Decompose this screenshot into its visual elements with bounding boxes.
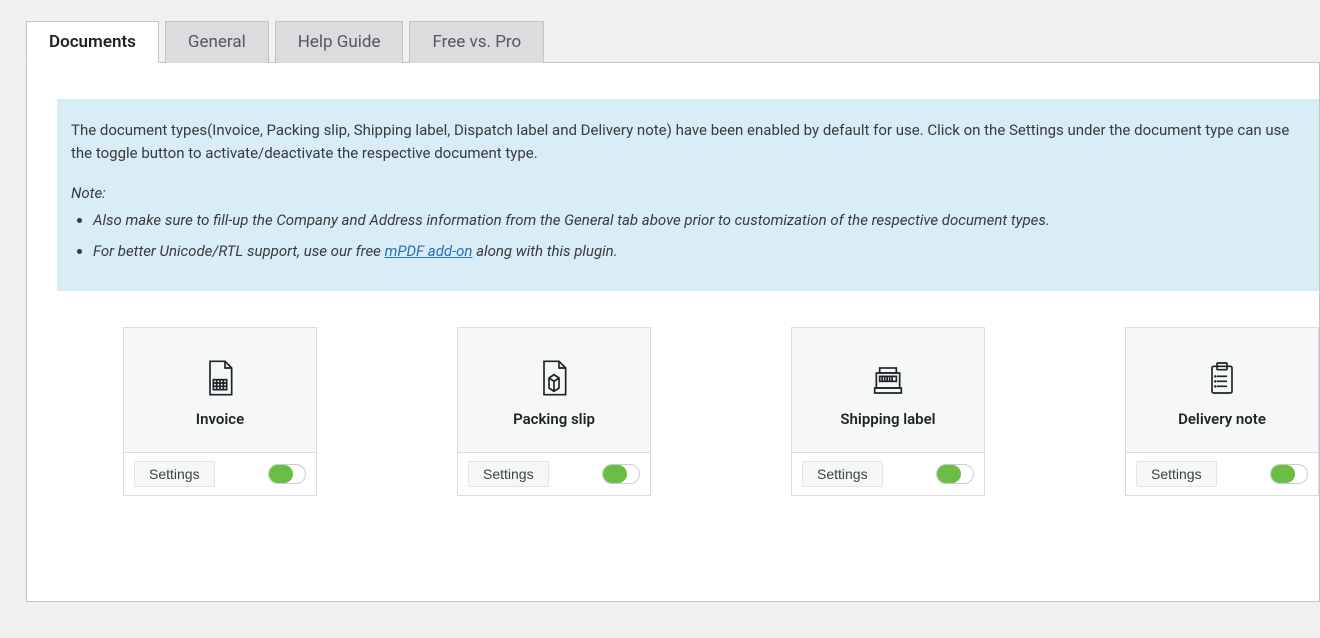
toggle-shipping-label[interactable] xyxy=(936,464,974,484)
content-panel: The document types(Invoice, Packing slip… xyxy=(26,62,1320,602)
settings-button-invoice[interactable]: Settings xyxy=(134,461,215,487)
tab-help-guide[interactable]: Help Guide xyxy=(275,21,404,63)
toggle-delivery-note[interactable] xyxy=(1270,464,1308,484)
card-shipping-label: Shipping label Settings xyxy=(791,327,985,496)
card-invoice-title: Invoice xyxy=(196,410,244,428)
card-packing-slip: Packing slip Settings xyxy=(457,327,651,496)
invoice-icon xyxy=(200,358,240,398)
settings-button-delivery-note[interactable]: Settings xyxy=(1136,461,1217,487)
delivery-note-icon xyxy=(1202,358,1242,398)
settings-button-packing-slip[interactable]: Settings xyxy=(468,461,549,487)
document-cards: Invoice Settings xyxy=(57,327,1319,496)
note-2-post: along with this plugin. xyxy=(472,242,617,260)
toggle-packing-slip[interactable] xyxy=(602,464,640,484)
info-box: The document types(Invoice, Packing slip… xyxy=(57,99,1319,291)
card-delivery-note: Delivery note Settings xyxy=(1125,327,1319,496)
card-delivery-note-title: Delivery note xyxy=(1178,410,1266,428)
tab-free-vs-pro[interactable]: Free vs. Pro xyxy=(409,21,544,63)
shipping-label-icon xyxy=(868,358,908,398)
settings-button-shipping-label[interactable]: Settings xyxy=(802,461,883,487)
note-label: Note: xyxy=(71,182,1297,205)
note-item-1: Also make sure to fill-up the Company an… xyxy=(93,209,1297,232)
tab-documents[interactable]: Documents xyxy=(26,21,159,63)
info-intro: The document types(Invoice, Packing slip… xyxy=(71,119,1297,166)
card-packing-slip-title: Packing slip xyxy=(513,410,595,428)
mpdf-addon-link[interactable]: mPDF add-on xyxy=(385,242,473,260)
note-item-2: For better Unicode/RTL support, use our … xyxy=(93,240,1297,263)
packing-slip-icon xyxy=(534,358,574,398)
tab-general[interactable]: General xyxy=(165,21,269,63)
note-2-pre: For better Unicode/RTL support, use our … xyxy=(93,242,385,260)
tab-bar: Documents General Help Guide Free vs. Pr… xyxy=(26,20,1320,62)
toggle-invoice[interactable] xyxy=(268,464,306,484)
card-shipping-label-title: Shipping label xyxy=(840,410,935,428)
card-invoice: Invoice Settings xyxy=(123,327,317,496)
